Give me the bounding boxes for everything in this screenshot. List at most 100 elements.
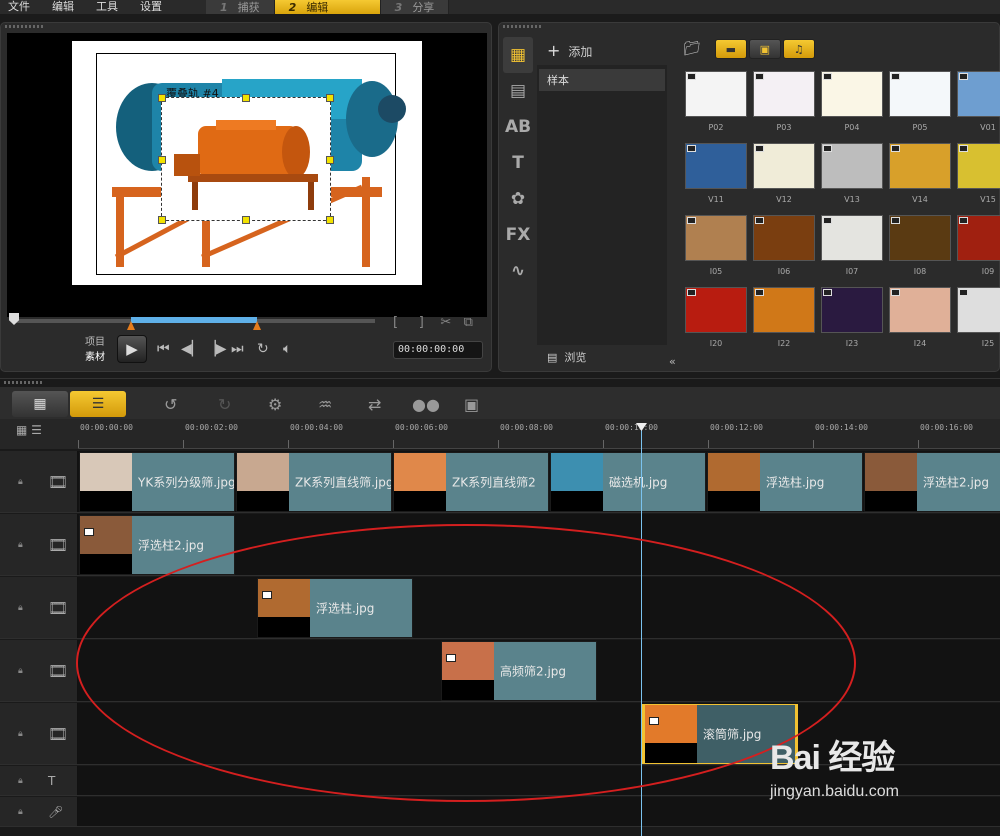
volume-icon[interactable]: 🔈︎ bbox=[283, 341, 291, 357]
mode-project[interactable]: 项目 bbox=[85, 335, 105, 350]
folder-item-sample[interactable]: 样本 bbox=[539, 69, 665, 91]
instant-project-icon[interactable]: ▤ bbox=[503, 73, 533, 109]
library-thumbnail[interactable]: I08 bbox=[889, 215, 951, 281]
panel-grip[interactable] bbox=[5, 25, 45, 28]
graphic-icon[interactable]: ✿ bbox=[503, 181, 533, 217]
overlay-clip-box[interactable] bbox=[158, 94, 334, 224]
resize-handle[interactable] bbox=[158, 156, 166, 164]
title-icon[interactable]: T bbox=[503, 145, 533, 181]
media-type-icon bbox=[687, 145, 696, 152]
library-thumbnail[interactable]: V14 bbox=[889, 143, 951, 209]
redo-icon[interactable]: ↻ bbox=[218, 395, 231, 414]
video-track: 🔒︎ 🎞︎ YK系列分级筛.jpg ZK系列直线筛.jpg ZK系列直线筛2 磁… bbox=[0, 451, 1000, 513]
scrubber-handle[interactable] bbox=[9, 313, 19, 325]
library-thumbnail[interactable]: P03 bbox=[753, 71, 815, 137]
show-videos-button[interactable]: ▬ bbox=[714, 39, 747, 59]
resize-handle[interactable] bbox=[326, 94, 334, 102]
menu-file[interactable]: 文件 bbox=[8, 1, 30, 13]
library-thumbnail[interactable]: P04 bbox=[821, 71, 883, 137]
go-to-end-icon[interactable]: ⏭ bbox=[231, 341, 244, 357]
step-capture[interactable]: 1 捕获 bbox=[206, 0, 275, 14]
library-thumbnail[interactable]: V11 bbox=[685, 143, 747, 209]
step-share[interactable]: 3 分享 bbox=[380, 0, 450, 14]
timeline-clip[interactable]: ZK系列直线筛2 bbox=[393, 452, 549, 512]
library-thumbnail[interactable]: V13 bbox=[821, 143, 883, 209]
mode-clip[interactable]: 素材 bbox=[85, 350, 105, 365]
mode-labels: 项目 素材 bbox=[85, 335, 105, 365]
filter-fx-icon[interactable]: FX bbox=[503, 217, 533, 253]
timeline-clip[interactable]: ZK系列直线筛.jpg bbox=[236, 452, 392, 512]
subtitle-editor-icon[interactable]: ▣ bbox=[464, 395, 479, 414]
thumbnail-image bbox=[889, 287, 951, 333]
menu-settings[interactable]: 设置 bbox=[140, 1, 162, 13]
media-type-icon bbox=[959, 145, 968, 152]
resize-handle[interactable] bbox=[242, 94, 250, 102]
library-thumbnail[interactable]: I24 bbox=[889, 287, 951, 353]
library-thumbnail[interactable]: I05 bbox=[685, 215, 747, 281]
lock-icon[interactable]: 🔒︎ bbox=[18, 729, 23, 739]
repeat-icon[interactable]: ↻ bbox=[257, 341, 269, 357]
browse-button[interactable]: ▤ 浏览 bbox=[547, 349, 586, 365]
lock-icon[interactable]: 🔒︎ bbox=[18, 603, 23, 613]
show-audio-button[interactable]: ♫ bbox=[782, 39, 815, 59]
transition-icon[interactable]: AB bbox=[503, 109, 533, 145]
library-thumbnail[interactable]: I20 bbox=[685, 287, 747, 353]
library-thumbnail[interactable]: I22 bbox=[753, 287, 815, 353]
panel-grip[interactable] bbox=[4, 381, 44, 384]
sound-mixer-icon[interactable]: ♒ bbox=[318, 395, 332, 414]
library-thumbnail[interactable]: V15 bbox=[957, 143, 1000, 209]
library-thumbnail[interactable]: V01 bbox=[957, 71, 1000, 137]
split-clip-icon[interactable]: ✂ bbox=[440, 315, 451, 330]
undo-icon[interactable]: ↺ bbox=[164, 395, 177, 414]
add-folder-button[interactable]: + 添加 bbox=[547, 41, 592, 60]
timeline-ruler[interactable]: 00:00:00:00 00:00:02:00 00:00:04:00 00:00:0… bbox=[78, 419, 1000, 449]
next-frame-icon[interactable]: ▕▶ bbox=[205, 341, 227, 357]
previous-frame-icon[interactable]: ◀▏ bbox=[181, 341, 203, 357]
storyboard-view-button[interactable]: ▦ bbox=[12, 391, 68, 417]
resize-handle[interactable] bbox=[158, 216, 166, 224]
lock-icon[interactable]: 🔒︎ bbox=[18, 666, 23, 676]
resize-handle[interactable] bbox=[326, 216, 334, 224]
lock-icon[interactable]: 🔒︎ bbox=[18, 540, 23, 550]
library-thumbnail[interactable]: I06 bbox=[753, 215, 815, 281]
lock-icon[interactable]: 🔒︎ bbox=[18, 807, 23, 817]
library-thumbnail[interactable]: P02 bbox=[685, 71, 747, 137]
timeline-clip[interactable]: 浮选柱2.jpg bbox=[864, 452, 1000, 512]
library-thumbnail[interactable]: P05 bbox=[889, 71, 951, 137]
resize-handle[interactable] bbox=[242, 216, 250, 224]
resize-handle[interactable] bbox=[326, 156, 334, 164]
play-button[interactable]: ▶ bbox=[117, 335, 147, 363]
clip-thumbnail bbox=[708, 453, 760, 491]
folder-icon[interactable]: 📁︎ bbox=[683, 41, 701, 57]
library-thumbnail[interactable]: I25 bbox=[957, 287, 1000, 353]
motion-tracking-icon[interactable]: ●● bbox=[412, 395, 440, 414]
library-thumbnail[interactable]: I07 bbox=[821, 215, 883, 281]
timeline-clip[interactable]: YK系列分级筛.jpg bbox=[79, 452, 235, 512]
media-category-icon[interactable]: ▦ bbox=[503, 37, 533, 73]
thumbnail-image bbox=[821, 287, 883, 333]
go-to-start-icon[interactable]: ⏮ bbox=[157, 341, 170, 357]
timeline-clip[interactable]: 磁选机.jpg bbox=[550, 452, 706, 512]
enlarge-preview-icon[interactable]: ⧉ bbox=[464, 315, 473, 330]
resize-handle[interactable] bbox=[158, 94, 166, 102]
menu-edit[interactable]: 编辑 bbox=[52, 1, 74, 13]
lock-icon[interactable]: 🔒︎ bbox=[18, 776, 23, 786]
panel-grip[interactable] bbox=[503, 25, 543, 28]
library-thumbnail[interactable]: I09 bbox=[957, 215, 1000, 281]
menu-tools[interactable]: 工具 bbox=[96, 1, 118, 13]
library-thumbnail[interactable]: I23 bbox=[821, 287, 883, 353]
timeline-clip[interactable]: 浮选柱.jpg bbox=[707, 452, 863, 512]
path-icon[interactable]: ∿ bbox=[503, 253, 533, 289]
show-photos-button[interactable]: ▣ bbox=[748, 39, 781, 59]
step-edit[interactable]: 2 编辑 bbox=[274, 0, 381, 14]
mark-out-icon[interactable]: ] bbox=[419, 315, 424, 330]
library-thumbnail[interactable]: V12 bbox=[753, 143, 815, 209]
timecode-field[interactable]: 00:00:00:00 bbox=[393, 341, 483, 359]
record-capture-icon[interactable]: ⚙ bbox=[268, 395, 282, 414]
auto-music-icon[interactable]: ⇄ bbox=[368, 395, 381, 414]
lock-icon[interactable]: 🔒︎ bbox=[18, 477, 23, 487]
track-manager[interactable]: ▦ ☰ bbox=[0, 419, 78, 449]
collapse-library-icon[interactable]: « bbox=[669, 355, 676, 368]
mark-in-icon[interactable]: [ bbox=[393, 315, 398, 330]
timeline-view-button[interactable]: ☰ bbox=[70, 391, 126, 417]
